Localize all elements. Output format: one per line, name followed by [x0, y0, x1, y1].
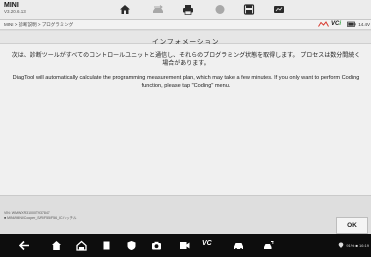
house-outline-icon	[75, 240, 87, 251]
car-button[interactable]	[232, 239, 244, 251]
home-button[interactable]	[118, 3, 132, 16]
vehicle-line: ■ MINI/MINI/Cooper_S/R/F55/F56_ICハッチル	[4, 215, 77, 220]
data-log-button[interactable]	[272, 3, 286, 16]
dialog-title-bar: インフォメーション	[0, 31, 371, 46]
help-icon	[215, 5, 225, 14]
battery-icon	[347, 21, 356, 27]
video-record-icon	[179, 241, 189, 249]
screenshot-button[interactable]	[150, 239, 162, 251]
vehicle-button[interactable]	[125, 239, 137, 251]
breadcrumb-bar: MINI > 診断説明 > プログラミング VCi 14.4V	[0, 20, 371, 30]
screen-record-button[interactable]	[178, 239, 190, 251]
location-icon	[339, 242, 344, 248]
app-window: MINI V3.20.6.13 MINI > 診断説明 > プログラミング VC…	[0, 0, 371, 257]
car-remote-icon	[263, 240, 273, 249]
vehicle-swap-button[interactable]	[151, 3, 165, 16]
remote-button[interactable]	[262, 239, 274, 251]
home-nav-button[interactable]	[50, 239, 62, 251]
home-icon	[51, 240, 61, 250]
save-icon	[243, 4, 255, 15]
status-text: 91% ■ 16:19	[346, 242, 369, 248]
print-icon	[183, 5, 193, 15]
dialog-footer: VIN: WMWXR31000T937847 ■ MINI/MINI/Coope…	[0, 195, 371, 234]
camera-icon	[151, 241, 161, 249]
message-english: DiagTool will automatically calculate th…	[12, 75, 360, 89]
shield-car-icon	[127, 240, 135, 250]
recents-button[interactable]	[100, 239, 112, 251]
recents-icon	[103, 241, 109, 249]
system-status: 91% ■ 16:19	[338, 242, 369, 248]
data-log-icon	[274, 6, 284, 13]
back-button[interactable]	[18, 239, 30, 251]
battery-voltage: 14.4V	[358, 21, 370, 27]
vehicle-swap-icon	[153, 5, 163, 13]
battery-status: 14.4V	[347, 21, 370, 27]
brand: MINI V3.20.6.13	[4, 2, 26, 15]
vci-label: VCi	[330, 21, 341, 27]
breadcrumb: MINI > 診断説明 > プログラミング	[4, 22, 74, 27]
top-app-bar: MINI V3.20.6.13	[0, 0, 371, 20]
help-button[interactable]	[213, 3, 227, 16]
home-icon	[120, 5, 130, 14]
vci-nav-label[interactable]: VC	[202, 240, 212, 247]
system-nav-bar: VC 91% ■ 16:19	[0, 234, 371, 257]
message-japanese: 次は、診断ツールがすべてのコントロールユニットと通信し、それらのプログラミング状…	[11, 53, 361, 67]
home-outline-button[interactable]	[75, 239, 87, 251]
car-icon	[233, 242, 243, 250]
back-arrow-icon	[18, 240, 29, 250]
save-button[interactable]	[242, 3, 256, 16]
print-button[interactable]	[181, 3, 195, 16]
ok-button[interactable]: OK	[336, 217, 368, 234]
app-version: V3.20.6.13	[4, 9, 26, 14]
vci-status: VCi	[318, 21, 341, 27]
connection-wave-icon	[318, 21, 329, 27]
app-name: MINI	[4, 2, 19, 9]
vehicle-info: VIN: WMWXR31000T937847 ■ MINI/MINI/Coope…	[4, 211, 77, 220]
